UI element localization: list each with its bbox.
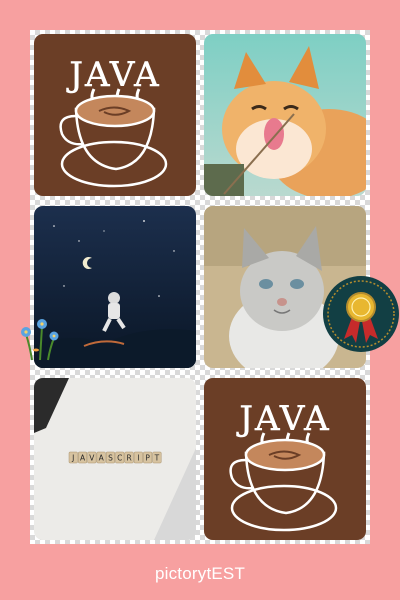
javascript-tiles-image[interactable]: JAVASCRIPT	[34, 378, 196, 540]
collage-editor: JAVA J A V A S C R I P T JAVA pictorytES…	[0, 0, 400, 600]
letter-tile-text: S	[108, 454, 113, 463]
letter-tile-text: P	[145, 454, 150, 463]
java-logo-text: JAVA	[236, 399, 330, 439]
medal-sticker[interactable]	[322, 275, 400, 353]
flowers-sticker[interactable]	[14, 312, 64, 362]
letter-tile-text: I	[137, 454, 139, 463]
cat-licking-icon	[204, 34, 366, 196]
flowers-icon	[21, 319, 59, 361]
collage-caption: pictorytEST	[154, 564, 246, 583]
java-logo-text: JAVA	[66, 55, 160, 95]
letter-tile-text: V	[89, 454, 95, 463]
letter-tile-text: A	[99, 454, 105, 463]
coffee-java-image[interactable]: JAVA	[34, 34, 196, 196]
java-coffee-icon: JAVA	[34, 34, 196, 196]
letter-tile-text: R	[126, 454, 131, 463]
letter-tile-text: T	[154, 454, 160, 463]
letter-tile-text: A	[80, 454, 86, 463]
orange-cat-image[interactable]	[204, 34, 366, 196]
letter-tile-text: J	[71, 454, 74, 463]
letter-tile-text: C	[117, 454, 122, 463]
medal-icon	[323, 276, 399, 352]
coffee-java-image-2[interactable]: JAVA	[204, 378, 366, 540]
java-coffee-icon: JAVA	[204, 378, 366, 540]
letter-tiles-icon: JAVASCRIPT	[34, 378, 196, 540]
